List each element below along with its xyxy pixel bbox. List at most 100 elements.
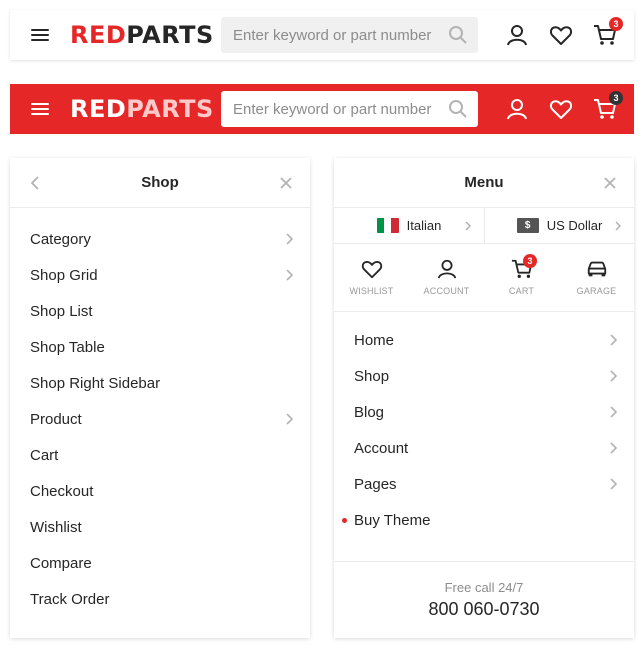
shop-panel-title: Shop (141, 174, 179, 191)
menu-link-label: Buy Theme (354, 511, 431, 529)
logo-part-parts: PARTS (126, 21, 214, 49)
chevron-right-icon (615, 221, 622, 231)
menu-link-item[interactable]: Blog (334, 394, 634, 430)
search-input[interactable] (233, 26, 443, 44)
logo[interactable]: RED PARTS (70, 21, 218, 49)
menu-link-item[interactable]: Home (334, 322, 634, 358)
heart-icon (549, 100, 573, 119)
indicator-label: Cart (508, 286, 535, 296)
logo[interactable]: RED PARTS (70, 95, 218, 123)
shop-link-label: Wishlist (30, 518, 82, 536)
currency-selector[interactable]: $ US Dollar (484, 208, 634, 243)
account-icon (437, 259, 456, 279)
indicator-wishlist[interactable]: Wishlist (334, 244, 409, 311)
shop-link-item[interactable]: Shop Right Sidebar (10, 365, 310, 401)
menu-link-label: Blog (354, 403, 385, 421)
shop-link-item[interactable]: Wishlist (10, 509, 310, 545)
shop-panel-header: Shop (10, 158, 310, 208)
shop-link-item[interactable]: Compare (10, 545, 310, 581)
highlight-dot-icon (342, 518, 347, 523)
menu-icon (31, 29, 49, 41)
menu-contacts: Free call 24/7 800 060-0730 (334, 561, 634, 638)
indicator-cart[interactable]: 3 Cart (484, 244, 559, 311)
indicator-garage[interactable]: Garage (559, 244, 634, 311)
cart-count-badge: 3 (609, 17, 623, 31)
indicator-label: Wishlist (349, 286, 394, 296)
menu-link-item[interactable]: Account (334, 430, 634, 466)
contacts-title: Free call 24/7 (444, 580, 524, 595)
menu-panel: Menu Italian $ US Dollar Wishlist Accoun… (334, 158, 634, 638)
shop-link-label: Product (30, 410, 82, 428)
shop-link-label: Cart (30, 446, 59, 464)
account-button[interactable] (495, 89, 539, 129)
shop-link-item[interactable]: Checkout (10, 473, 310, 509)
shop-link-item[interactable]: Category (10, 221, 310, 257)
wishlist-button[interactable] (539, 15, 583, 55)
cart-count-badge: 3 (609, 91, 623, 105)
shop-link-label: Shop List (30, 302, 93, 320)
car-icon (587, 261, 606, 277)
shop-link-label: Compare (30, 554, 92, 572)
menu-link-list: Home Shop Blog Account Pages Buy Theme (334, 312, 634, 538)
mobile-header-light: RED PARTS 3 (10, 10, 634, 60)
italy-flag-icon (376, 218, 399, 233)
currency-symbol: $ (516, 218, 539, 233)
shop-link-item[interactable]: Shop List (10, 293, 310, 329)
shop-link-label: Track Order (30, 590, 110, 608)
chevron-right-icon (286, 233, 294, 245)
indicator-account[interactable]: Account (409, 244, 484, 311)
wishlist-button[interactable] (539, 89, 583, 129)
search-box (221, 17, 478, 53)
menu-link-label: Pages (354, 475, 397, 493)
chevron-right-icon (465, 221, 472, 231)
shop-link-item[interactable]: Track Order (10, 581, 310, 617)
menu-button[interactable] (10, 10, 70, 60)
currency-label: US Dollar (546, 218, 603, 233)
logo-part-red: RED (70, 21, 127, 49)
search-icon[interactable] (448, 25, 468, 45)
menu-link-item[interactable]: Pages (334, 466, 634, 502)
shop-link-item[interactable]: Shop Table (10, 329, 310, 365)
menu-link-label: Shop (354, 367, 390, 385)
language-selector[interactable]: Italian (334, 208, 484, 243)
shop-link-label: Shop Table (30, 338, 105, 356)
menu-indicators: Wishlist Account 3 Cart Garage (334, 244, 634, 312)
chevron-right-icon (610, 442, 618, 454)
chevron-right-icon (610, 370, 618, 382)
cart-button[interactable]: 3 (583, 15, 627, 55)
chevron-right-icon (286, 269, 294, 281)
cart-button[interactable]: 3 (583, 89, 627, 129)
chevron-right-icon (610, 478, 618, 490)
close-icon[interactable] (279, 176, 293, 190)
logo-part-red: RED (70, 95, 127, 123)
account-icon (507, 25, 527, 46)
mobile-header-red: RED PARTS 3 (10, 84, 634, 134)
close-icon[interactable] (603, 176, 617, 190)
menu-link-item[interactable]: Buy Theme (334, 502, 634, 538)
search-input[interactable] (233, 100, 443, 118)
menu-link-label: Account (354, 439, 409, 457)
shop-link-item[interactable]: Shop Grid (10, 257, 310, 293)
cart-count-badge: 3 (523, 254, 537, 268)
menu-button[interactable] (10, 84, 70, 134)
shop-link-item[interactable]: Product (10, 401, 310, 437)
heart-icon (549, 26, 573, 45)
account-button[interactable] (495, 15, 539, 55)
menu-link-item[interactable]: Shop (334, 358, 634, 394)
language-label: Italian (406, 218, 442, 233)
search-box (221, 91, 478, 127)
chevron-right-icon (610, 406, 618, 418)
menu-panel-header: Menu (334, 158, 634, 208)
indicator-label: Account (423, 286, 470, 296)
menu-settings: Italian $ US Dollar (334, 208, 634, 244)
logo-part-parts: PARTS (126, 95, 214, 123)
contacts-phone[interactable]: 800 060-0730 (334, 599, 634, 620)
indicator-label: Garage (576, 286, 617, 296)
shop-link-item[interactable]: Cart (10, 437, 310, 473)
chevron-right-icon (610, 334, 618, 346)
chevron-right-icon (286, 413, 294, 425)
menu-panel-title: Menu (464, 174, 504, 191)
shop-panel: Shop Category Shop Grid Shop List Shop Tabl… (10, 158, 310, 638)
search-icon[interactable] (448, 99, 468, 119)
chevron-left-icon[interactable] (28, 175, 42, 191)
